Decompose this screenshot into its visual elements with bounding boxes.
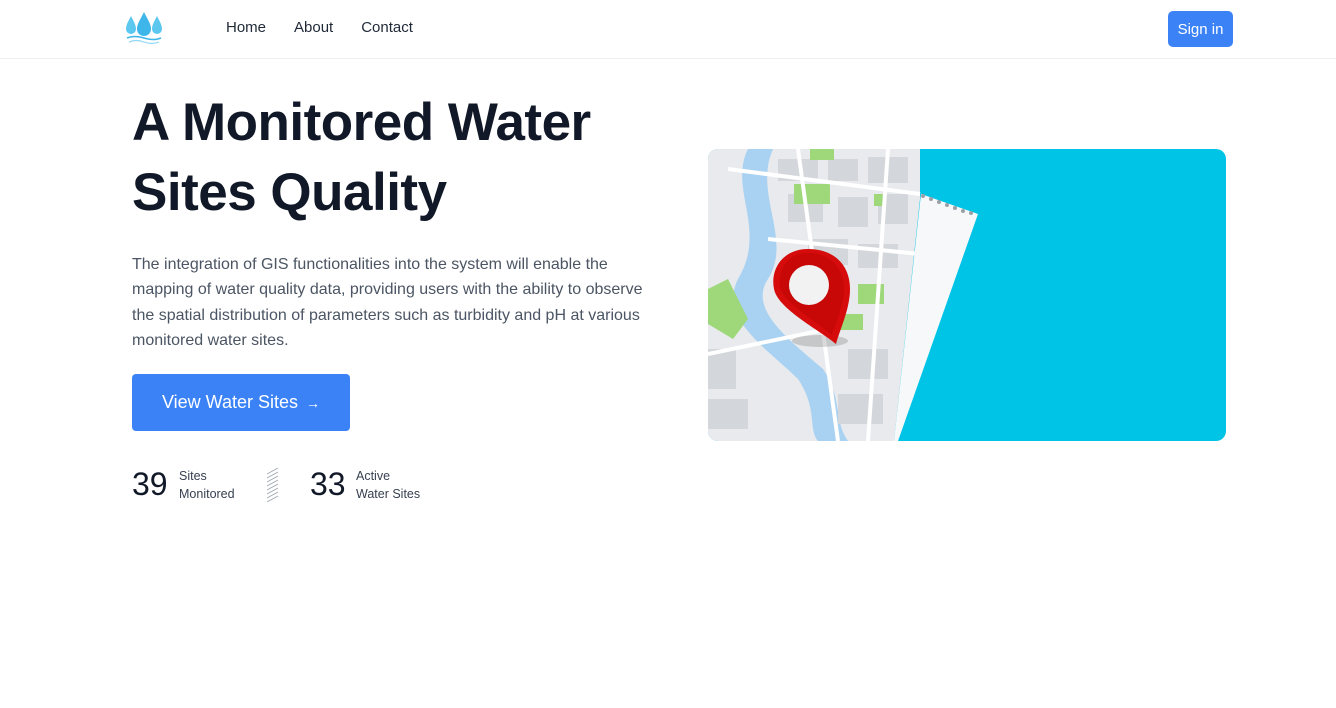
sign-in-button[interactable]: Sign in: [1168, 11, 1233, 47]
stat-label-line: Sites: [179, 469, 207, 483]
stat-label-line: Monitored: [179, 487, 235, 501]
hero-title-line-2: Sites Quality: [132, 163, 447, 222]
view-water-sites-label: View Water Sites: [161, 392, 299, 412]
stat-sites-monitored-value: 39: [132, 466, 168, 502]
hero-title: A Monitored Water Sites Quality: [132, 88, 652, 228]
nav-link-home[interactable]: Home: [226, 19, 266, 36]
water-drops-logo-icon[interactable]: [124, 10, 164, 46]
main-nav: Home About Contact: [226, 19, 413, 36]
hero-description: The integration of GIS functionalities i…: [132, 256, 643, 349]
stats-divider: [265, 467, 281, 503]
stat-sites-monitored-label: Sites Monitored: [179, 467, 235, 503]
stat-active-sites-label: Active Water Sites: [356, 467, 420, 503]
stat-label-line: Water Sites: [356, 487, 421, 501]
stat-active-sites-value: 33: [310, 466, 346, 502]
nav-link-contact[interactable]: Contact: [361, 19, 413, 36]
navbar: Home About Contact Sign in: [0, 0, 1336, 59]
stat-label-line: Active: [356, 469, 391, 483]
view-water-sites-button[interactable]: View Water Sites →: [132, 374, 350, 431]
map-location-pin-image: [708, 149, 1226, 441]
nav-link-about[interactable]: About: [294, 19, 333, 36]
arrow-right-icon: →: [306, 394, 321, 411]
hero-title-line-1: A Monitored Water: [132, 93, 591, 152]
